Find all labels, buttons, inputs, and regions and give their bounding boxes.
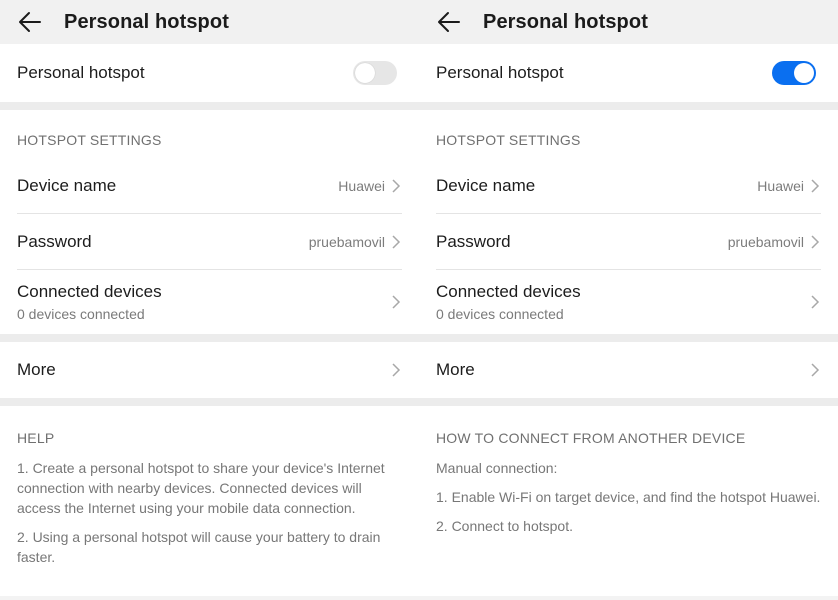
help-header: HELP [17,430,55,446]
page-title: Personal hotspot [483,10,648,33]
section-divider [419,398,838,406]
connected-devices-count: 0 devices connected [17,306,145,322]
device-name-item[interactable]: Device name Huawei [419,158,838,214]
chevron-right-icon [392,363,401,377]
connected-devices-item[interactable]: Connected devices 0 devices connected [0,270,419,334]
section-divider [419,102,838,110]
more-item[interactable]: More [0,342,419,398]
more-label: More [17,360,56,379]
page-title: Personal hotspot [64,10,229,33]
password-label: Password [436,232,511,251]
password-value: pruebamovil [308,234,385,250]
hotspot-toggle-label: Personal hotspot [17,63,145,82]
chevron-right-icon [811,179,820,193]
connected-devices-item[interactable]: Connected devices 0 devices connected [419,270,838,334]
section-header-hotspot-settings: HOTSPOT SETTINGS [17,132,162,148]
chevron-right-icon [392,235,401,249]
back-button[interactable] [0,0,60,44]
hotspot-toggle-row: Personal hotspot [0,44,419,102]
help-paragraph: 2. Connect to hotspot. [436,518,573,534]
toggle-knob [794,63,814,83]
app-bar: Personal hotspot [419,0,838,44]
connected-devices-count: 0 devices connected [436,306,564,322]
hotspot-toggle-label: Personal hotspot [436,63,564,82]
connected-devices-label: Connected devices [436,282,581,301]
arrow-left-icon [438,12,460,32]
app-bar: Personal hotspot [0,0,419,44]
device-name-item[interactable]: Device name Huawei [0,158,419,214]
hotspot-toggle-switch[interactable] [772,61,816,85]
help-paragraph: Manual connection: [436,460,558,476]
connect-help-header: HOW TO CONNECT FROM ANOTHER DEVICE [436,430,746,446]
section-divider [0,102,419,110]
help-section: HELP 1. Create a personal hotspot to sha… [0,406,419,596]
screen-hotspot-on: Personal hotspot Personal hotspot HOTSPO… [419,0,838,600]
connected-devices-label: Connected devices [17,282,162,301]
section-header-hotspot-settings: HOTSPOT SETTINGS [436,132,581,148]
screen-hotspot-off: Personal hotspot Personal hotspot HOTSPO… [0,0,419,600]
chevron-right-icon [392,179,401,193]
chevron-right-icon [811,363,820,377]
screens-container: Personal hotspot Personal hotspot HOTSPO… [0,0,838,600]
device-name-label: Device name [17,176,117,195]
connect-help-section: HOW TO CONNECT FROM ANOTHER DEVICE Manua… [419,406,838,596]
arrow-left-icon [19,12,41,32]
toggle-knob [355,63,375,83]
help-paragraph: 1. Create a personal hotspot to share yo… [17,460,385,516]
back-button[interactable] [419,0,479,44]
help-paragraph: 1. Enable Wi-Fi on target device, and fi… [436,489,821,505]
password-item[interactable]: Password pruebamovil [419,214,838,270]
more-label: More [436,360,475,379]
chevron-right-icon [811,235,820,249]
more-item[interactable]: More [419,342,838,398]
password-value: pruebamovil [727,234,804,250]
password-item[interactable]: Password pruebamovil [0,214,419,270]
device-name-value: Huawei [757,178,804,194]
hotspot-toggle-switch[interactable] [353,61,397,85]
chevron-right-icon [811,295,820,309]
help-paragraph: 2. Using a personal hotspot will cause y… [17,529,381,565]
section-divider [0,334,419,342]
section-divider [0,398,419,406]
password-label: Password [17,232,92,251]
device-name-label: Device name [436,176,536,195]
hotspot-toggle-row: Personal hotspot [419,44,838,102]
chevron-right-icon [392,295,401,309]
device-name-value: Huawei [338,178,385,194]
section-divider [419,334,838,342]
